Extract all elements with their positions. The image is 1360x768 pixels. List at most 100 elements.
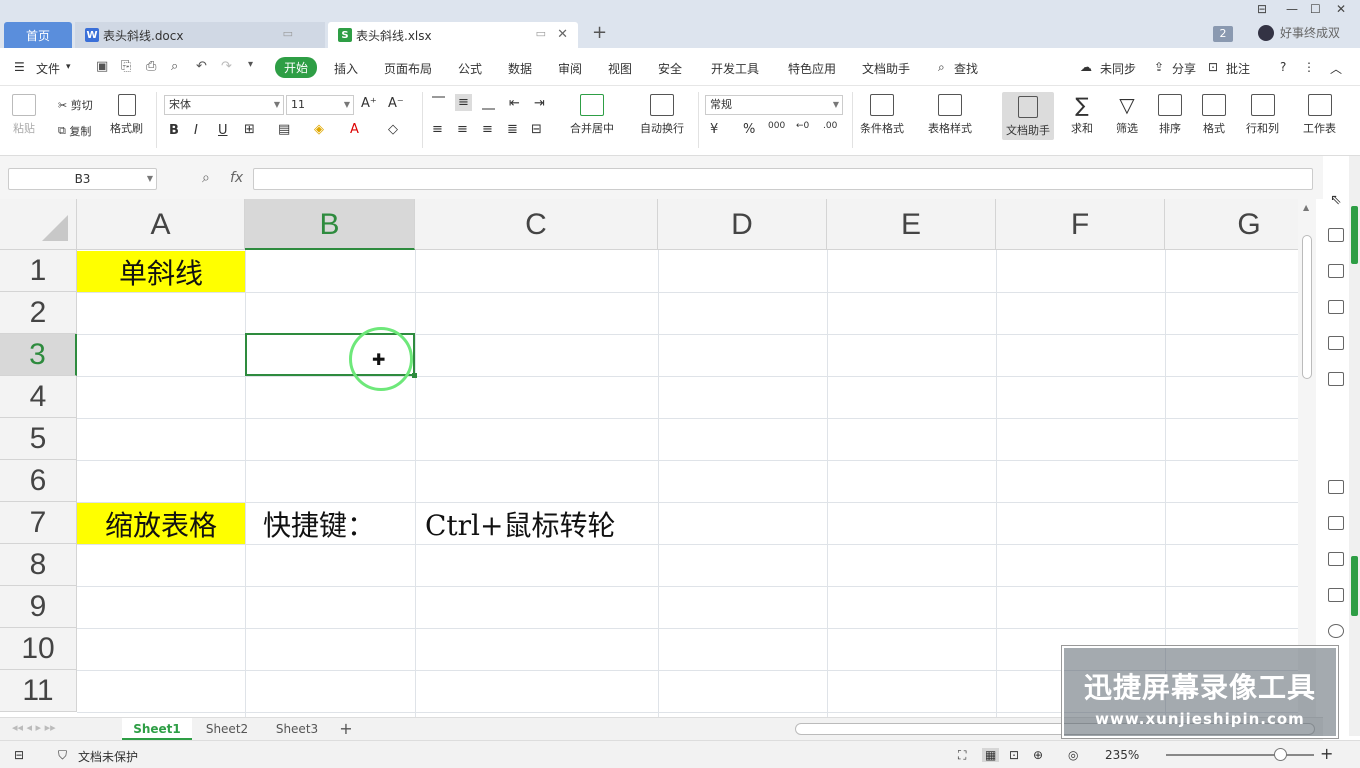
shield-icon[interactable] <box>1328 624 1344 638</box>
comment-button[interactable]: 批注 <box>1226 60 1250 77</box>
image-icon[interactable] <box>1328 480 1344 494</box>
sync-status[interactable]: 未同步 <box>1100 60 1136 77</box>
menu-doc-helper[interactable]: 文档助手 <box>862 60 910 77</box>
close-window-icon[interactable]: ✕ <box>1336 2 1346 16</box>
menu-security[interactable]: 安全 <box>658 60 682 77</box>
share-button[interactable]: 分享 <box>1172 60 1196 77</box>
search-icon[interactable]: ⌕ <box>938 60 945 75</box>
reading-mode-icon[interactable]: ⊕ <box>1033 748 1043 762</box>
user-account[interactable]: 好事终成双 <box>1258 24 1340 41</box>
chart-icon[interactable] <box>1328 372 1344 386</box>
cell-a1[interactable]: 单斜线 <box>77 251 245 292</box>
print-preview-icon[interactable]: ⌕ <box>171 59 178 74</box>
column-header-g[interactable]: G <box>1165 199 1298 250</box>
tab-home[interactable]: 首页 <box>4 22 72 48</box>
format-button[interactable]: 格式 <box>1202 94 1226 136</box>
menu-view[interactable]: 视图 <box>608 60 632 77</box>
font-color-icon[interactable]: A <box>350 122 359 137</box>
collapse-ribbon-icon[interactable]: ︿ <box>1330 60 1342 77</box>
hamburger-icon[interactable]: ☰ <box>14 60 25 74</box>
shape-icon[interactable] <box>1328 228 1344 242</box>
conditional-format-button[interactable]: 条件格式 <box>860 94 904 136</box>
sheet-tab-sheet2[interactable]: Sheet2 <box>192 718 262 740</box>
row-header-10[interactable]: 10 <box>0 628 77 670</box>
window-count-badge[interactable]: 2 <box>1213 26 1233 42</box>
cut-button[interactable]: ✂ 剪切 <box>58 97 93 113</box>
redo-icon[interactable]: ↷ <box>221 59 232 74</box>
normal-view-icon[interactable]: ▦ <box>982 748 1000 762</box>
sheet-nav-icon[interactable]: ◂◂ ◂ ▸ ▸▸ <box>12 721 56 734</box>
indent-decrease-icon[interactable]: ⇤ <box>509 96 520 111</box>
scroll-up-icon[interactable]: ▲ <box>1303 203 1309 212</box>
column-header-c[interactable]: C <box>415 199 658 250</box>
filter-button[interactable]: ▽ 筛选 <box>1115 94 1139 136</box>
new-tab-button[interactable]: + <box>592 22 607 43</box>
page-break-view-icon[interactable]: ⊡ <box>1009 748 1019 762</box>
cell-c7[interactable]: Ctrl+鼠标转轮 <box>415 503 658 544</box>
menu-special[interactable]: 特色应用 <box>788 60 836 77</box>
column-header-f[interactable]: F <box>996 199 1165 250</box>
row-header-2[interactable]: 2 <box>0 292 77 334</box>
zoom-in-icon[interactable]: + <box>1320 744 1333 763</box>
column-header-b[interactable]: B <box>245 199 415 250</box>
print-icon[interactable]: ⎙ <box>146 59 156 74</box>
undo-icon[interactable]: ↶ <box>196 59 207 74</box>
align-bottom-icon[interactable]: ⎽ <box>482 96 495 111</box>
paste-button[interactable]: 粘贴 <box>12 94 36 136</box>
formula-input[interactable] <box>253 168 1313 190</box>
column-header-a[interactable]: A <box>77 199 245 250</box>
tab-xlsx[interactable]: S 表头斜线.xlsx ▭ ✕ <box>328 22 578 48</box>
menu-home[interactable]: 开始 <box>275 57 318 78</box>
vertical-scroll-thumb[interactable] <box>1302 235 1312 379</box>
italic-icon[interactable]: I <box>194 123 198 138</box>
grid-apps-icon[interactable] <box>1328 336 1344 350</box>
fill-color-icon[interactable]: ◈ <box>314 122 324 137</box>
protect-status[interactable]: 文档未保护 <box>78 748 138 765</box>
align-middle-icon[interactable]: ≡ <box>455 94 472 111</box>
row-header-9[interactable]: 9 <box>0 586 77 628</box>
worksheet-button[interactable]: 工作表 <box>1303 94 1336 136</box>
doc-helper-button[interactable]: 文档助手 <box>1002 92 1054 140</box>
fill-pattern-icon[interactable]: ▤ <box>278 122 290 137</box>
select-all-corner[interactable] <box>0 199 77 250</box>
share-out-icon[interactable] <box>1328 516 1344 530</box>
percent-button[interactable]: % <box>743 122 755 137</box>
row-header-7[interactable]: 7 <box>0 502 77 544</box>
align-right-icon[interactable]: ≡ <box>482 122 493 137</box>
maximize-icon[interactable]: ☐ <box>1310 2 1321 16</box>
font-size-select[interactable]: 11 ▼ <box>286 95 354 115</box>
align-top-icon[interactable]: ⎺ <box>432 96 445 111</box>
menu-review[interactable]: 审阅 <box>558 60 582 77</box>
font-name-select[interactable]: 宋体 ▼ <box>164 95 284 115</box>
row-col-button[interactable]: 行和列 <box>1246 94 1279 136</box>
row-header-3[interactable]: 3 <box>0 334 77 376</box>
underline-icon[interactable]: U <box>218 123 228 138</box>
menu-developer[interactable]: 开发工具 <box>711 60 759 77</box>
sheet-tab-sheet3[interactable]: Sheet3 <box>262 718 332 740</box>
cell-a7[interactable]: 缩放表格 <box>77 503 245 544</box>
font-grow-icon[interactable]: A⁺ <box>361 96 377 111</box>
close-tab-icon[interactable]: ✕ <box>557 27 568 42</box>
eye-protection-icon[interactable]: ◎ <box>1068 748 1078 762</box>
format-painter-button[interactable]: 格式刷 <box>110 94 143 136</box>
sum-button[interactable]: ∑ 求和 <box>1070 94 1094 136</box>
minimize-icon[interactable]: — <box>1286 2 1298 16</box>
save-icon[interactable]: ▣ <box>96 59 108 74</box>
cloud-sync-icon[interactable]: ☁ <box>1080 60 1092 74</box>
monitor-icon[interactable]: ▭ <box>283 27 293 40</box>
table-style-button[interactable]: 表格样式 <box>928 94 972 136</box>
row-header-11[interactable]: 11 <box>0 670 77 712</box>
justify-icon[interactable]: ≣ <box>507 122 518 137</box>
add-sheet-button[interactable]: + <box>334 718 358 740</box>
side-panel-handle[interactable] <box>1351 206 1358 264</box>
skin-icon[interactable]: ⊟ <box>1257 2 1267 16</box>
pointer-icon[interactable]: ⇖ <box>1330 192 1342 208</box>
tab-docx[interactable]: W 表头斜线.docx ▭ <box>75 22 325 48</box>
zoom-search-icon[interactable]: ⌕ <box>202 170 210 186</box>
export-icon[interactable]: ⎘ <box>121 59 131 74</box>
zoom-slider-track[interactable] <box>1166 754 1314 756</box>
column-header-e[interactable]: E <box>827 199 996 250</box>
distribute-icon[interactable]: ⊟ <box>531 122 542 137</box>
row-header-6[interactable]: 6 <box>0 460 77 502</box>
currency-icon[interactable]: ¥ <box>710 122 718 137</box>
